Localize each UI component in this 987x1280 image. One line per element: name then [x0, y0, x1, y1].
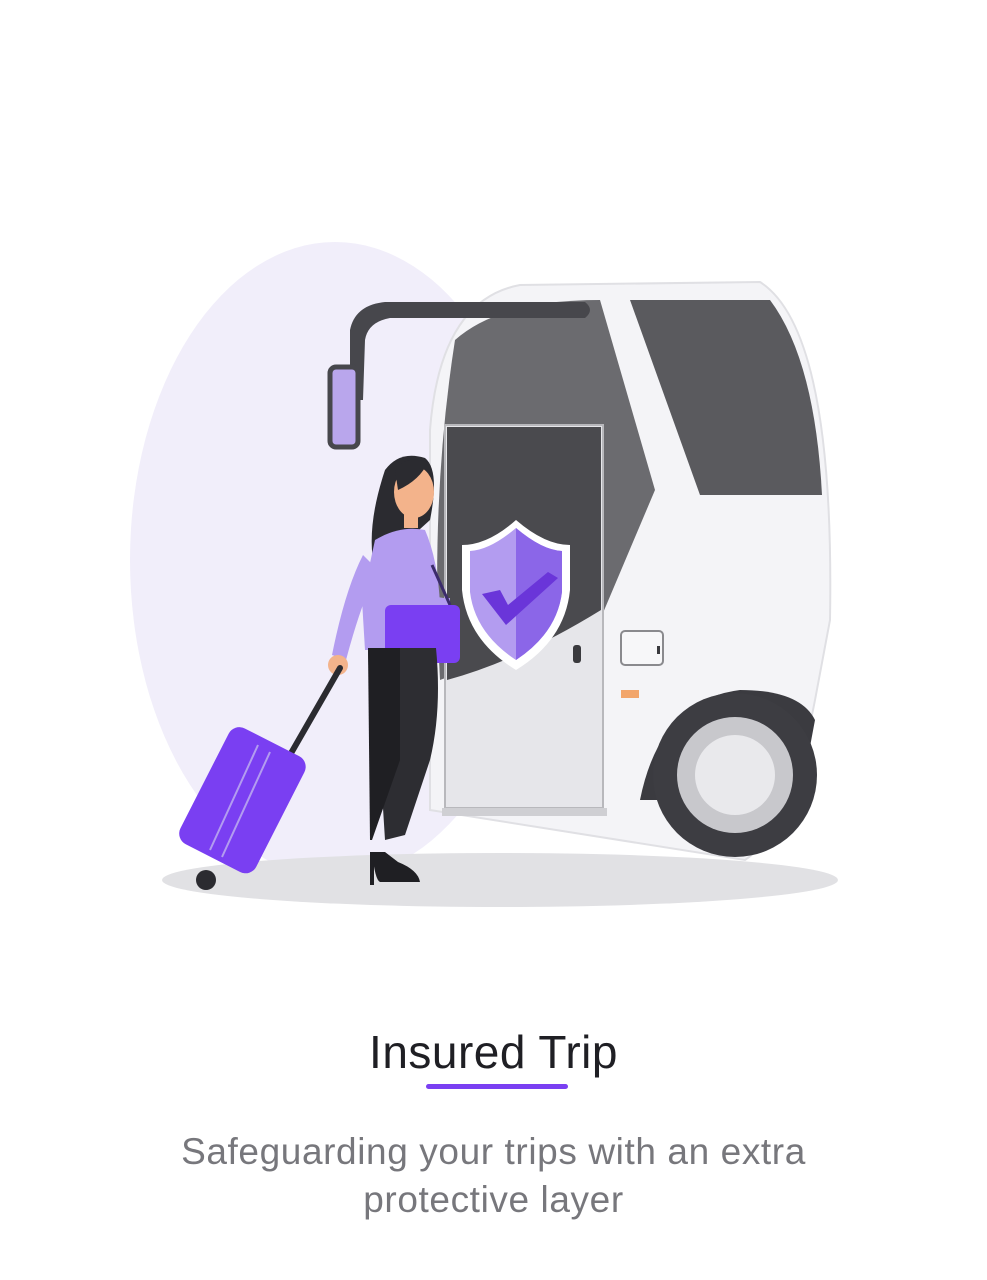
insured-trip-illustration	[130, 242, 838, 907]
page-subtitle: Safeguarding your trips with an extra pr…	[181, 1131, 806, 1220]
title-underline	[426, 1084, 568, 1089]
page-title: Insured Trip	[369, 1026, 618, 1078]
ground-shadow	[162, 853, 838, 907]
onboarding-screen: Insured Trip Safeguarding your trips wit…	[0, 0, 987, 1280]
